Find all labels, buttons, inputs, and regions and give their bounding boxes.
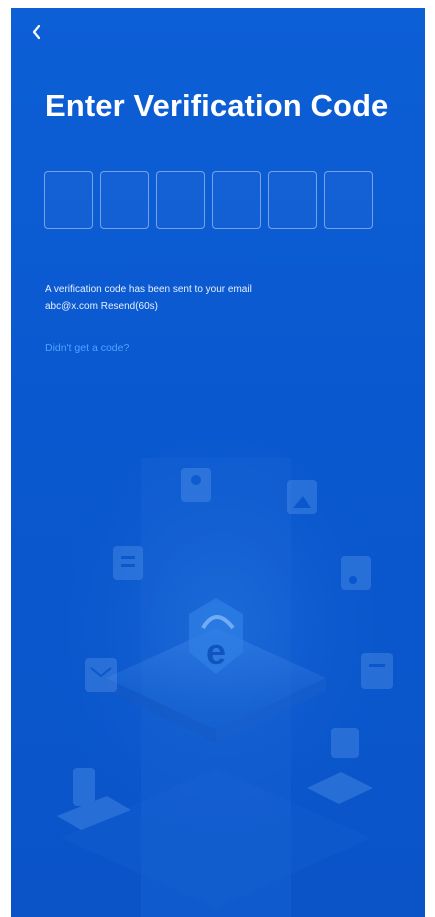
image-icon: [287, 480, 317, 514]
file-icon: [361, 653, 393, 689]
code-digit-box-6[interactable]: [324, 171, 373, 229]
code-digit-box-3[interactable]: [156, 171, 205, 229]
code-digit-box-1[interactable]: [44, 171, 93, 229]
verification-info: A verification code has been sent to you…: [45, 281, 252, 315]
sent-message: A verification code has been sent to you…: [45, 284, 252, 295]
email-address: abc@x.com: [45, 301, 98, 312]
code-digit-box-4[interactable]: [212, 171, 261, 229]
screen: Enter Verification Code A verification c…: [11, 8, 425, 917]
page-title: Enter Verification Code: [45, 88, 389, 123]
verification-code-input: [44, 171, 373, 229]
code-digit-box-2[interactable]: [100, 171, 149, 229]
user-icon: [181, 468, 211, 502]
phone-icon: [73, 768, 95, 806]
email-resend-line: abc@x.com Resend(60s): [45, 298, 252, 315]
folder-icon: [331, 728, 359, 758]
code-digit-box-5[interactable]: [268, 171, 317, 229]
mail-icon: [85, 658, 117, 692]
back-button[interactable]: [25, 20, 49, 44]
security-illustration: e: [51, 438, 393, 917]
resend-button[interactable]: Resend(60s): [101, 301, 158, 312]
didnt-get-code-link[interactable]: Didn't get a code?: [45, 342, 129, 354]
music-icon: [341, 556, 371, 590]
document-icon: [113, 546, 143, 580]
chevron-left-icon: [32, 24, 41, 40]
logo-letter: e: [206, 631, 226, 672]
